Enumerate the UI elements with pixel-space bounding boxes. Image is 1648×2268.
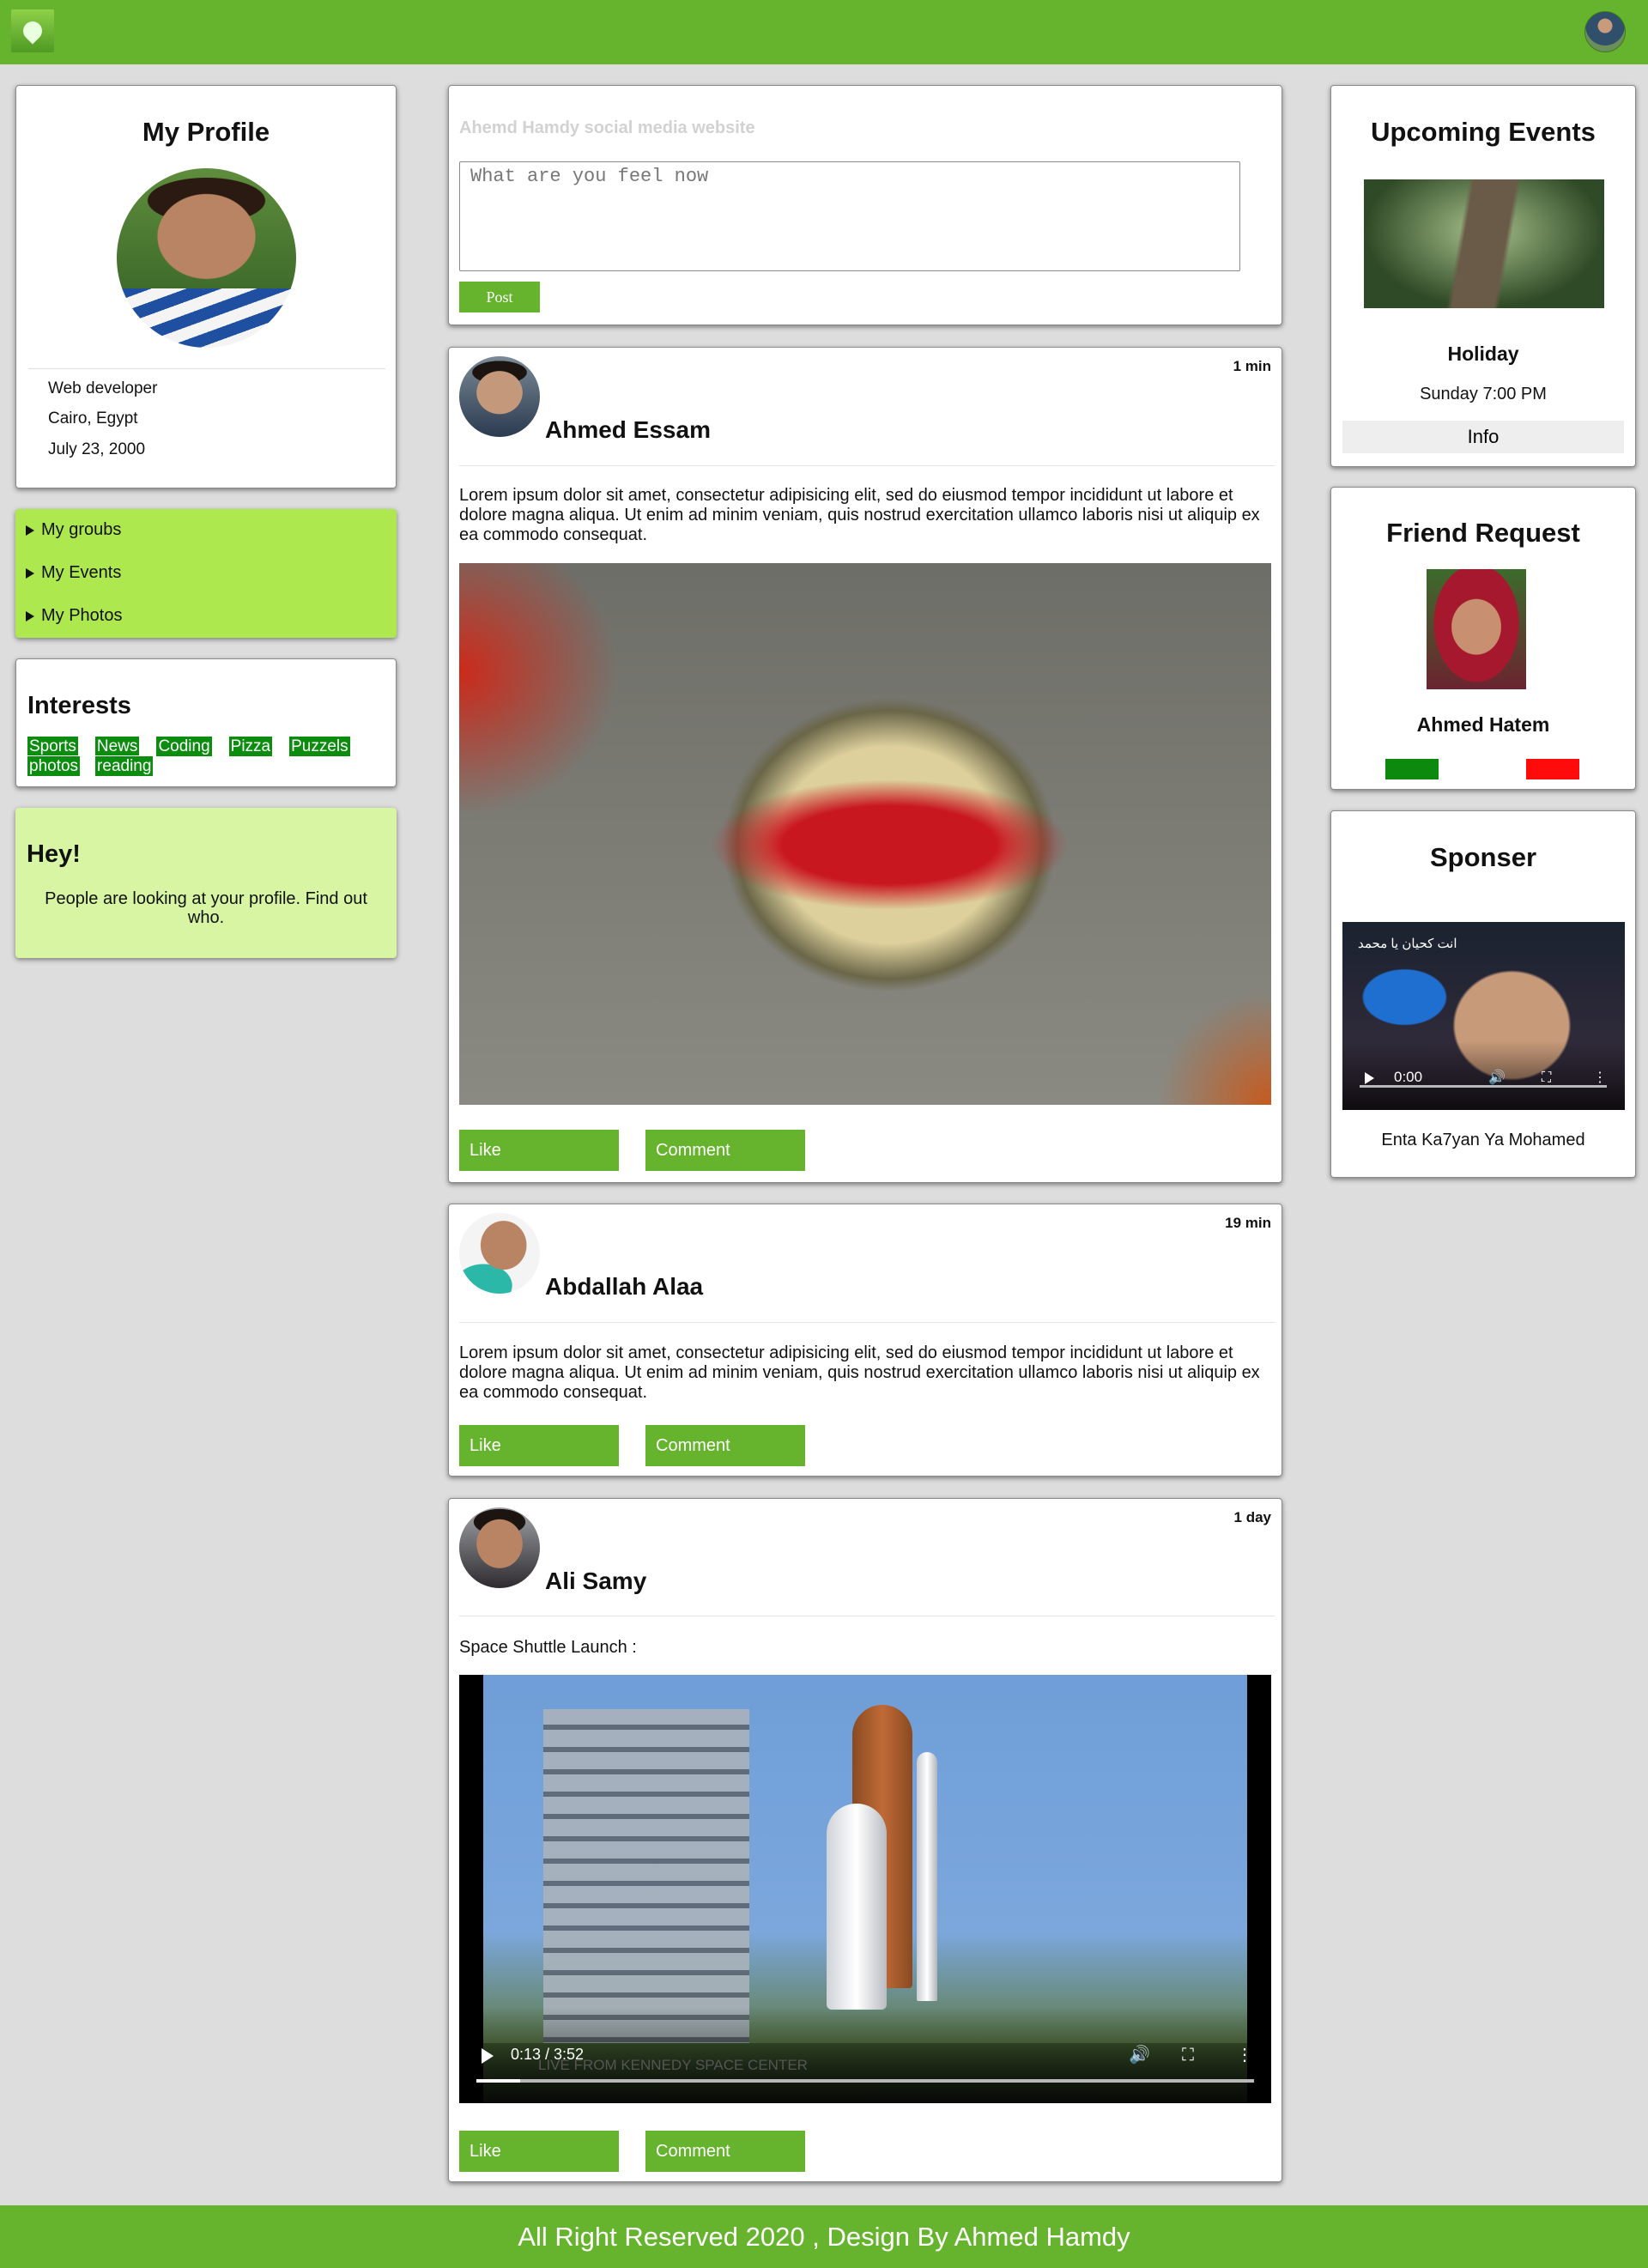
post-author[interactable]: Abdallah Alaa <box>545 1273 703 1301</box>
post-image[interactable] <box>459 563 1271 1105</box>
play-icon[interactable] <box>1365 1072 1374 1084</box>
video-controls: 0:13 / 3:52 LIVE FROM KENNEDY SPACE CENT… <box>459 2007 1271 2103</box>
profile-job: Web developer <box>48 379 158 397</box>
menu-item-label: My Events <box>41 563 122 582</box>
decline-button[interactable] <box>1526 759 1579 779</box>
post-text: Lorem ipsum dolor sit amet, consectetur … <box>459 1343 1260 1402</box>
video-time: 0:00 <box>1394 1069 1423 1085</box>
post-text: Space Shuttle Launch : <box>459 1638 637 1657</box>
volume-icon[interactable]: 🔊 <box>1129 2044 1150 2065</box>
post-time: 19 min <box>1225 1215 1271 1231</box>
friend-request-card: Friend Request Ahmed Hatem <box>1330 487 1636 790</box>
site-logo[interactable] <box>11 9 54 52</box>
interests-title: Interests <box>27 692 131 719</box>
info-button[interactable]: Info <box>1342 421 1624 453</box>
interest-tag[interactable]: reading <box>94 755 154 777</box>
comment-button[interactable]: Comment <box>645 2131 805 2172</box>
video-progress[interactable] <box>1360 1085 1607 1088</box>
events-card: Upcoming Events Holiday Sunday 7:00 PM I… <box>1330 85 1636 467</box>
sponsor-card: Sponser انت كحيان يا محمد 0:00 🔊 ⛶ ⋮ Ent… <box>1330 810 1636 1178</box>
post-time: 1 min <box>1233 358 1271 374</box>
fullscreen-icon[interactable]: ⛶ <box>1542 1070 1551 1086</box>
composer-card: Ahemd Hamdy social media website Post <box>448 85 1282 325</box>
user-avatar[interactable] <box>1584 11 1626 52</box>
comment-button[interactable]: Comment <box>645 1425 805 1466</box>
profile-birthday: July 23, 2000 <box>48 440 146 458</box>
event-time: Sunday 7:00 PM <box>1420 385 1547 403</box>
menu-item-label: My groubs <box>41 520 122 539</box>
orbiter <box>827 1804 887 2010</box>
more-options-icon[interactable]: ⋮ <box>1593 1069 1607 1086</box>
play-icon[interactable] <box>482 2048 494 2064</box>
sponsor-video[interactable]: انت كحيان يا محمد 0:00 🔊 ⛶ ⋮ <box>1342 922 1625 1110</box>
event-name: Holiday <box>1447 343 1519 365</box>
divider <box>459 465 1275 466</box>
menu-card: My groubs My Events My Photos <box>15 509 397 638</box>
video-progress[interactable] <box>476 2079 1254 2083</box>
interest-tags: Sports News Coding Pizza Puzzels photos readi… <box>26 736 388 777</box>
top-bar <box>0 0 1648 64</box>
like-button[interactable]: Like <box>459 2131 619 2172</box>
profile-photo <box>117 168 296 348</box>
menu-item-label: My Photos <box>41 606 123 625</box>
video-overlay-text: انت كحيان يا محمد <box>1358 937 1457 951</box>
shuttle-video[interactable]: 0:13 / 3:52 LIVE FROM KENNEDY SPACE CENT… <box>459 1675 1271 2103</box>
like-button[interactable]: Like <box>459 1130 619 1171</box>
author-avatar[interactable] <box>459 1213 540 1294</box>
video-caption: LIVE FROM KENNEDY SPACE CENTER <box>538 2057 808 2073</box>
sponsor-title: Sponser <box>1429 842 1537 872</box>
menu-item-photos[interactable]: My Photos <box>26 606 122 626</box>
status-input[interactable] <box>459 161 1240 271</box>
post-author[interactable]: Ali Samy <box>545 1568 646 1595</box>
interest-tag[interactable]: photos <box>26 755 82 777</box>
sponsor-caption: Enta Ka7yan Ya Mohamed <box>1381 1131 1585 1149</box>
author-avatar[interactable] <box>459 356 540 437</box>
menu-item-events[interactable]: My Events <box>26 563 121 583</box>
interest-tag[interactable]: Pizza <box>227 736 274 757</box>
profile-location: Cairo, Egypt <box>48 409 138 428</box>
solid-booster <box>917 1752 937 2001</box>
menu-item-groups[interactable]: My groubs <box>26 520 121 540</box>
author-avatar[interactable] <box>459 1507 540 1588</box>
post-card: 1 day Ali Samy Space Shuttle Launch : 0:… <box>448 1498 1282 2182</box>
friend-photo[interactable] <box>1427 569 1526 689</box>
triangle-right-icon <box>26 567 34 579</box>
leaf-icon <box>19 17 46 45</box>
video-controls: 0:00 🔊 ⛶ ⋮ <box>1342 1041 1625 1110</box>
profile-title: My Profile <box>142 117 270 147</box>
comment-button[interactable]: Comment <box>645 1130 805 1171</box>
event-image[interactable] <box>1364 179 1604 308</box>
triangle-right-icon <box>26 610 34 622</box>
volume-icon[interactable]: 🔊 <box>1488 1069 1506 1086</box>
post-time: 1 day <box>1233 1509 1271 1525</box>
interests-card: Interests Sports News Coding Pizza Puzzels p… <box>15 658 397 787</box>
like-button[interactable]: Like <box>459 1425 619 1466</box>
hey-card: Hey! People are looking at your profile.… <box>15 808 397 958</box>
interest-tag[interactable]: News <box>94 736 141 757</box>
profile-card: My Profile Web developer Cairo, Egypt Ju… <box>15 85 397 488</box>
footer: All Right Reserved 2020 , Design By Ahme… <box>0 2205 1648 2268</box>
events-title: Upcoming Events <box>1371 117 1596 147</box>
more-options-icon[interactable]: ⋮ <box>1236 2044 1253 2065</box>
interest-tag[interactable]: Puzzels <box>288 736 351 757</box>
fullscreen-icon[interactable]: ⛶ <box>1182 2046 1194 2065</box>
hey-text[interactable]: People are looking at your profile. Find… <box>33 889 379 927</box>
post-card: 1 min Ahmed Essam Lorem ipsum dolor sit … <box>448 347 1282 1183</box>
post-author[interactable]: Ahmed Essam <box>545 416 711 444</box>
video-progress-fill <box>476 2079 520 2083</box>
footer-text: All Right Reserved 2020 , Design By Ahme… <box>518 2222 1130 2252</box>
interest-tag[interactable]: Sports <box>27 736 79 757</box>
post-button[interactable]: Post <box>459 282 540 312</box>
accept-button[interactable] <box>1385 759 1439 779</box>
composer-label: Ahemd Hamdy social media website <box>459 118 755 137</box>
friend-name[interactable]: Ahmed Hatem <box>1331 713 1635 737</box>
post-text: Lorem ipsum dolor sit amet, consectetur … <box>459 486 1260 544</box>
divider <box>28 368 385 369</box>
friend-request-title: Friend Request <box>1386 518 1580 548</box>
post-card: 19 min Abdallah Alaa Lorem ipsum dolor s… <box>448 1204 1282 1477</box>
hey-title: Hey! <box>27 840 81 868</box>
triangle-right-icon <box>26 525 34 536</box>
interest-tag[interactable]: Coding <box>155 736 213 757</box>
divider <box>459 1322 1275 1323</box>
